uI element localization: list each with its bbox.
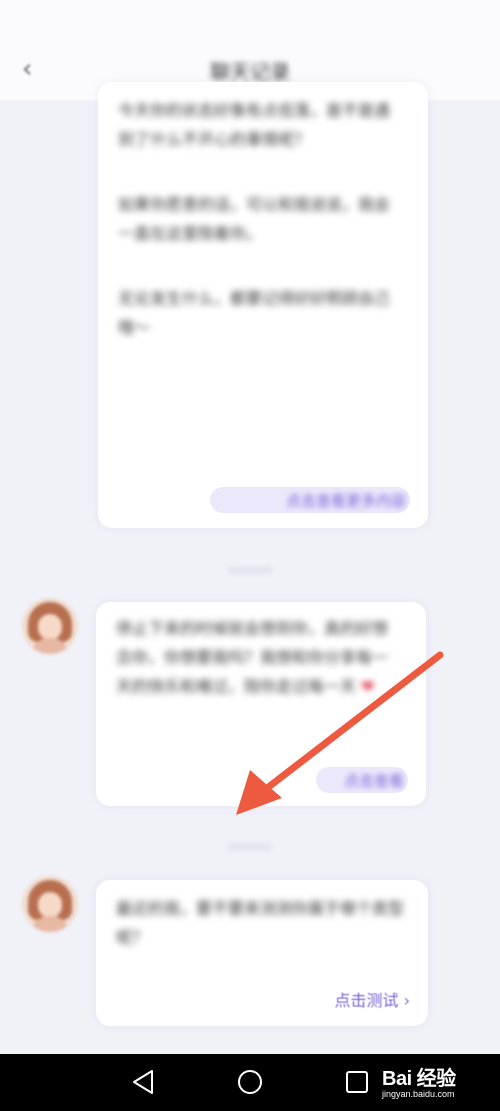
watermark-logo-text: Bai 经验 <box>382 1068 456 1090</box>
square-recent-icon[interactable] <box>343 1068 371 1096</box>
circle-home-icon[interactable] <box>236 1068 264 1096</box>
annotation-arrow-icon <box>236 651 444 815</box>
triangle-back-icon[interactable] <box>130 1068 158 1096</box>
watermark-url: jingyan.baidu.com <box>382 1089 455 1099</box>
watermark: Bai 经验 jingyan.baidu.com <box>382 1062 456 1099</box>
